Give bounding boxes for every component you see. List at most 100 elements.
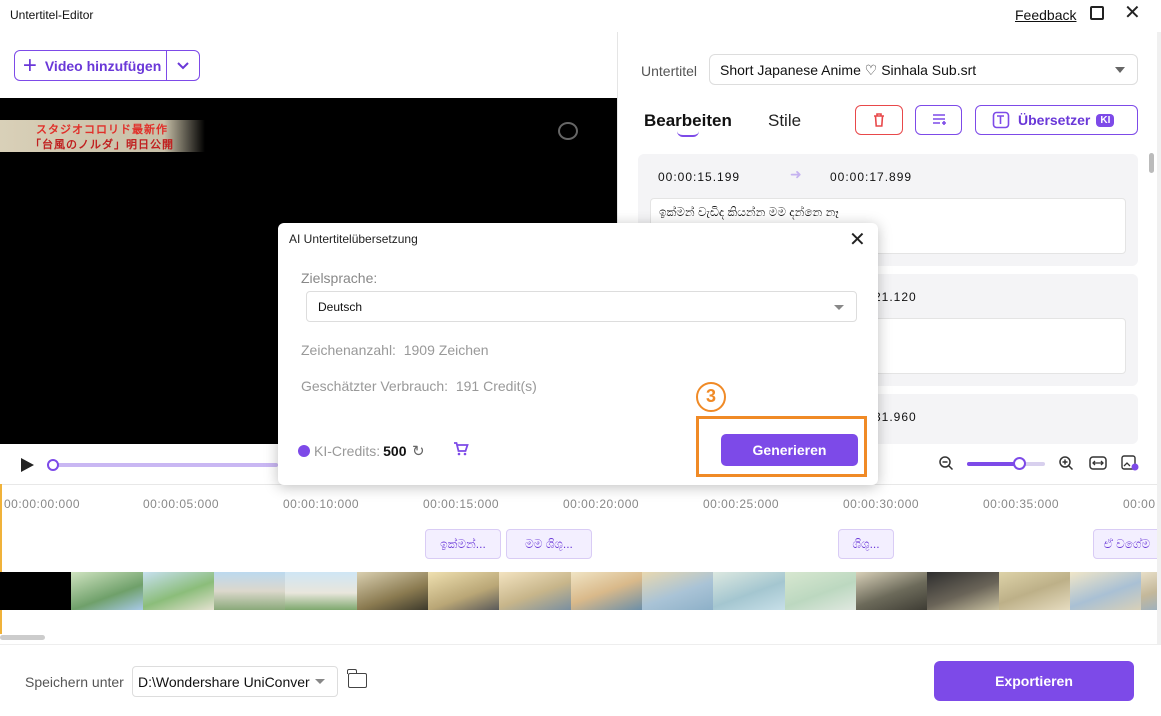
filmstrip-frame xyxy=(142,572,214,610)
zoom-slider-fill xyxy=(967,462,1019,466)
seek-bar[interactable] xyxy=(52,463,278,467)
subtitle-file-select[interactable]: Short Japanese Anime ♡ Sinhala Sub.srt xyxy=(709,54,1138,85)
title-bar xyxy=(0,0,1161,32)
translate-icon xyxy=(992,111,1010,129)
filmstrip-frame xyxy=(713,572,785,610)
generate-button[interactable]: Generieren xyxy=(721,434,858,466)
chevron-down-icon[interactable] xyxy=(167,58,199,74)
end-time[interactable]: 31.960 xyxy=(874,410,917,424)
end-time[interactable]: 21.120 xyxy=(874,290,917,304)
arrow-right-icon: ➜ xyxy=(790,166,802,182)
filmstrip-frame xyxy=(1069,572,1142,610)
subtitle-clip[interactable]: මම ශිශු... xyxy=(506,529,592,559)
timeline-tick: 00:00:20:000 xyxy=(563,497,640,511)
usage-label: Geschätzter Verbrauch: xyxy=(301,378,449,394)
filmstrip-frame xyxy=(213,572,286,610)
cart-icon[interactable] xyxy=(453,442,469,459)
filmstrip-frame xyxy=(855,572,928,610)
tab-bearbeiten[interactable]: Bearbeiten xyxy=(644,111,732,131)
refresh-icon[interactable]: ↻ xyxy=(412,442,425,460)
zoom-in-icon[interactable] xyxy=(1058,455,1074,475)
timeline-tick: 00:00:25:000 xyxy=(703,497,780,511)
video-overlay-banner: スタジオコロリド最新作 「台風のノルダ」明日公開 xyxy=(0,120,205,152)
window-edge xyxy=(1157,32,1161,644)
tab-stile[interactable]: Stile xyxy=(768,111,801,131)
timeline-tick: 00:00:05:000 xyxy=(143,497,220,511)
dialog-title: AI Untertitelübersetzung xyxy=(289,232,418,246)
translator-button[interactable]: Übersetzer KI xyxy=(975,105,1138,135)
caret-down-icon xyxy=(1115,67,1125,73)
credits-value: 500 xyxy=(383,443,407,459)
trash-icon xyxy=(874,113,884,127)
zoom-slider-handle[interactable] xyxy=(1013,457,1026,470)
target-language-label: Zielsprache: xyxy=(301,270,378,286)
start-time[interactable]: 00:00:15.199 xyxy=(658,170,740,184)
playhead[interactable] xyxy=(0,484,2,634)
zoom-out-icon[interactable] xyxy=(938,455,954,475)
feedback-link[interactable]: Feedback xyxy=(1015,7,1076,23)
video-filmstrip[interactable] xyxy=(0,572,1161,610)
filmstrip-frame xyxy=(927,572,999,610)
timeline-tick: 00:00:10:000 xyxy=(283,497,360,511)
video-overlay-line-1: スタジオコロリド最新作 xyxy=(36,124,168,136)
timeline-tick: 00:00:30:000 xyxy=(843,497,920,511)
timeline-tick: 00:00 xyxy=(1123,497,1156,511)
filmstrip-frame xyxy=(427,572,500,610)
fit-width-icon[interactable] xyxy=(1089,455,1107,475)
folder-icon[interactable] xyxy=(347,669,367,688)
subtitle-file-value: Short Japanese Anime ♡ Sinhala Sub.srt xyxy=(720,62,977,78)
dialog-close-icon[interactable]: ✕ xyxy=(849,230,866,250)
end-time[interactable]: 00:00:17.899 xyxy=(830,170,912,184)
credits-label: KI-Credits: xyxy=(314,443,381,459)
delete-button[interactable] xyxy=(855,105,903,135)
add-video-label: Video hinzufügen xyxy=(44,57,162,74)
window-title: Untertitel-Editor xyxy=(10,8,94,22)
seek-handle[interactable] xyxy=(47,459,59,471)
maximize-icon[interactable] xyxy=(1090,6,1104,20)
ai-credits: KI-Credits: 500 xyxy=(298,443,406,459)
caret-down-icon xyxy=(834,305,844,310)
filmstrip-frame xyxy=(71,572,143,610)
timeline-tick: 00:00:35:000 xyxy=(983,497,1060,511)
timeline-tick: 00:00:00:000 xyxy=(4,497,81,511)
filmstrip-frame xyxy=(784,572,856,610)
filmstrip-frame xyxy=(0,572,72,610)
list-icon xyxy=(932,114,946,125)
add-video-button[interactable]: + Video hinzufügen xyxy=(14,50,200,81)
subtitle-clip[interactable]: ශිශු... xyxy=(838,529,894,559)
add-image-icon[interactable] xyxy=(1121,455,1139,475)
video-overlay-line-2: 「台風のノルダ」明日公開 xyxy=(30,139,174,151)
subtitle-clip[interactable]: ඒ වගේම xyxy=(1093,529,1161,559)
plus-icon: + xyxy=(22,51,37,79)
filmstrip-frame xyxy=(641,572,714,610)
active-tab-indicator xyxy=(677,131,699,137)
subtitle-list-scrollbar[interactable] xyxy=(1149,153,1154,173)
filmstrip-frame xyxy=(998,572,1070,610)
caret-down-icon xyxy=(315,679,325,684)
subtitle-list-button[interactable] xyxy=(915,105,962,135)
subtitle-label: Untertitel xyxy=(641,63,698,79)
filmstrip-frame xyxy=(285,572,357,610)
video-logo-icon xyxy=(558,122,578,140)
usage-value: 191 Credit(s) xyxy=(455,378,537,394)
step-badge: 3 xyxy=(696,382,726,412)
play-icon[interactable] xyxy=(21,458,34,472)
export-button[interactable]: Exportieren xyxy=(934,661,1134,701)
ai-badge: KI xyxy=(1096,113,1115,127)
timeline-scrollbar[interactable] xyxy=(0,635,45,640)
translator-label: Übersetzer xyxy=(1018,112,1091,128)
estimated-usage: Geschätzter Verbrauch: 191 Credit(s) xyxy=(301,378,537,394)
target-language-select[interactable]: Deutsch xyxy=(306,291,857,322)
target-language-value: Deutsch xyxy=(318,300,363,314)
filmstrip-frame xyxy=(499,572,571,610)
close-icon[interactable]: ✕ xyxy=(1124,2,1141,24)
char-count-label: Zeichenanzahl: xyxy=(301,342,396,358)
save-path-value: D:\Wondershare UniConver xyxy=(138,674,310,690)
timeline-tick: 00:00:15:000 xyxy=(423,497,500,511)
filmstrip-frame xyxy=(570,572,642,610)
save-location-label: Speichern unter xyxy=(25,674,124,690)
subtitle-clip[interactable]: ඉක්මන්... xyxy=(425,529,501,559)
char-count: Zeichenanzahl: 1909 Zeichen xyxy=(301,342,489,358)
save-path-select[interactable]: D:\Wondershare UniConver xyxy=(132,666,338,697)
credits-coin-icon xyxy=(298,445,310,457)
